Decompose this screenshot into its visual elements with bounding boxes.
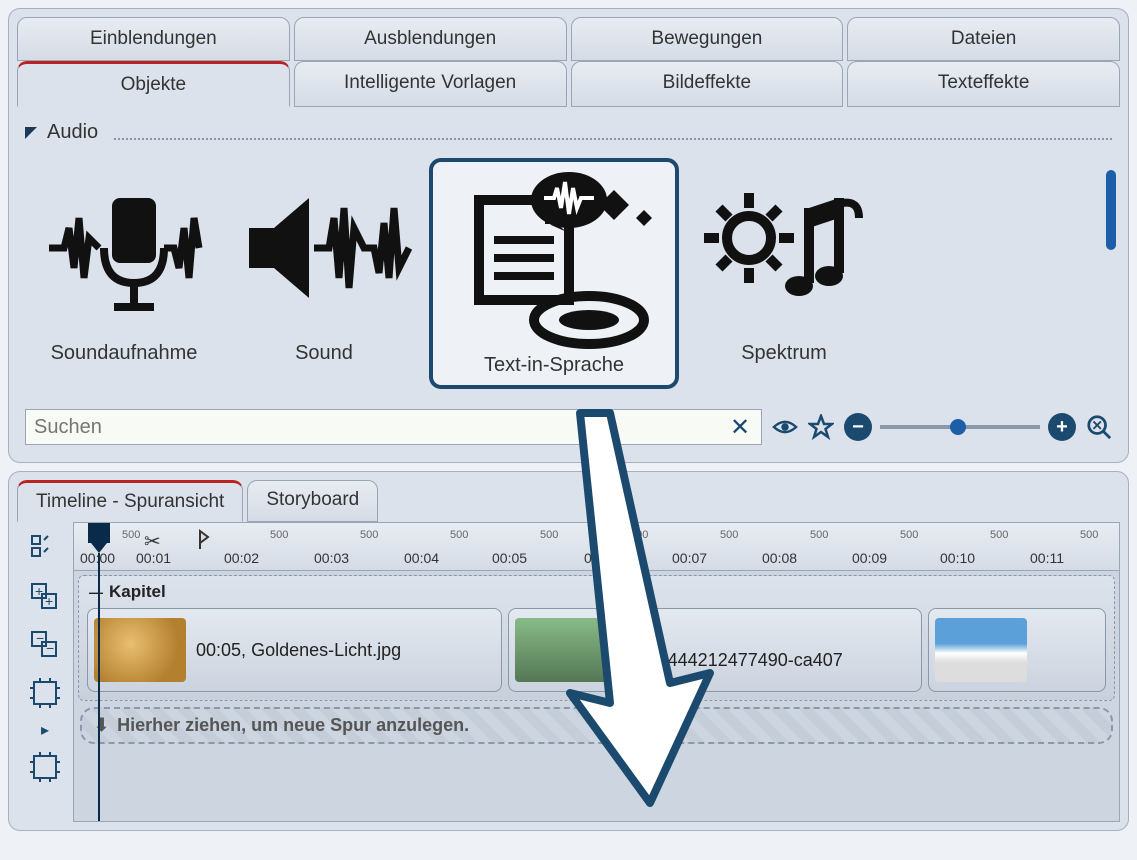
- tab-vorlagen[interactable]: Intelligente Vorlagen: [294, 61, 567, 107]
- clip-item[interactable]: [928, 608, 1106, 692]
- eye-icon[interactable]: [772, 414, 798, 440]
- object-label: Soundaufnahme: [29, 342, 219, 365]
- search-box[interactable]: ✕: [25, 409, 762, 445]
- chapter-header[interactable]: — Kapitel: [83, 580, 1110, 604]
- object-soundaufnahme[interactable]: Soundaufnahme: [29, 158, 219, 389]
- track-options-icon[interactable]: [26, 530, 64, 568]
- tick-label: 00:04: [404, 550, 439, 566]
- timeline-body: ++ −− ▸ ✂ 00:00 00:01 00:02 00:03 00:04 …: [17, 522, 1120, 822]
- tick-label: 00:09: [852, 550, 887, 566]
- tab-bewegungen[interactable]: Bewegungen: [571, 17, 844, 61]
- section-title: Audio: [47, 121, 98, 144]
- clips-row: 00:05, Goldenes-Licht.jpg 05hoto-1444212…: [83, 604, 1110, 696]
- tick-label: 00:11: [1030, 550, 1064, 566]
- clip-thumbnail: [515, 618, 607, 682]
- slider-thumb[interactable]: [950, 419, 966, 435]
- tab-bildeffekte[interactable]: Bildeffekte: [571, 61, 844, 107]
- tab-objekte[interactable]: Objekte: [17, 61, 290, 107]
- zoom-slider[interactable]: − +: [844, 413, 1076, 441]
- section-header[interactable]: Audio: [25, 121, 1112, 144]
- tick-label: 00:03: [314, 550, 349, 566]
- object-label: Text-in-Sprache: [441, 354, 667, 377]
- tab-dateien[interactable]: Dateien: [847, 17, 1120, 61]
- crop-out-icon[interactable]: [26, 748, 64, 786]
- tab-storyboard[interactable]: Storyboard: [247, 480, 378, 522]
- vertical-scrollbar[interactable]: [1106, 170, 1116, 250]
- bottom-tabs: Timeline - Spuransicht Storyboard: [17, 480, 1120, 522]
- playhead-line: [98, 553, 100, 822]
- star-icon[interactable]: [808, 414, 834, 440]
- zoom-plus-button[interactable]: +: [1048, 413, 1076, 441]
- clip-item[interactable]: 00:05, Goldenes-Licht.jpg: [87, 608, 502, 692]
- object-text-in-sprache[interactable]: Text-in-Sprache: [429, 158, 679, 389]
- tab-einblendungen[interactable]: Einblendungen: [17, 17, 290, 61]
- drop-zone-label: Hierher ziehen, um neue Spur anzulegen.: [117, 715, 469, 736]
- chapter-collapse-icon[interactable]: —: [89, 584, 103, 600]
- time-ruler[interactable]: ✂ 00:00 00:01 00:02 00:03 00:04 00:05 00…: [74, 523, 1119, 571]
- tab-timeline[interactable]: Timeline - Spuransicht: [17, 480, 243, 522]
- object-sound[interactable]: Sound: [229, 158, 419, 389]
- collapse-triangle-icon[interactable]: [25, 127, 37, 139]
- tick-label: 00:00: [80, 550, 115, 566]
- zoom-minus-button[interactable]: −: [844, 413, 872, 441]
- marker-flag-icon[interactable]: [198, 529, 218, 554]
- search-toolbar: ✕ − +: [25, 409, 1112, 445]
- svg-text:−: −: [46, 640, 54, 656]
- objects-row: Soundaufnahme Sound: [17, 150, 1120, 397]
- object-spektrum[interactable]: Spektrum: [689, 158, 879, 389]
- tick-label: 00:05: [492, 550, 527, 566]
- expand-icon[interactable]: ▸: [26, 722, 64, 738]
- clip-text: 05hoto-1444212477490-ca407: [617, 629, 843, 671]
- tick-label: 00:06: [584, 550, 619, 566]
- object-label: Spektrum: [689, 342, 879, 365]
- text-to-speech-icon: [441, 170, 667, 350]
- playhead-icon[interactable]: [88, 523, 110, 543]
- timeline-tools: ++ −− ▸: [17, 522, 73, 822]
- clip-thumbnail: [935, 618, 1027, 682]
- clip-thumbnail: [94, 618, 186, 682]
- top-tabs-row1: Einblendungen Ausblendungen Bewegungen D…: [17, 17, 1120, 61]
- spectrum-icon: [689, 158, 879, 338]
- clip-item[interactable]: 05hoto-1444212477490-ca407: [508, 608, 923, 692]
- effects-panel: Einblendungen Ausblendungen Bewegungen D…: [8, 8, 1129, 463]
- tab-ausblendungen[interactable]: Ausblendungen: [294, 17, 567, 61]
- tick-label: 00:01: [136, 550, 171, 566]
- timeline-panel: Timeline - Spuransicht Storyboard ++ −− …: [8, 471, 1129, 831]
- tick-label: 00:08: [762, 550, 797, 566]
- top-tabs-row2: Objekte Intelligente Vorlagen Bildeffekt…: [17, 61, 1120, 107]
- drop-zone[interactable]: ⬇ Hierher ziehen, um neue Spur anzulegen…: [80, 707, 1113, 744]
- remove-track-icon[interactable]: −−: [26, 626, 64, 664]
- speaker-waveform-icon: [229, 158, 419, 338]
- microphone-waveform-icon: [29, 158, 219, 338]
- chapter-label: Kapitel: [109, 582, 166, 602]
- crop-in-icon[interactable]: [26, 674, 64, 712]
- search-input[interactable]: [34, 416, 727, 439]
- tab-texteffekte[interactable]: Texteffekte: [847, 61, 1120, 107]
- svg-text:+: +: [45, 593, 53, 609]
- tick-label: 00:02: [224, 550, 259, 566]
- chapter-track[interactable]: — Kapitel 00:05, Goldenes-Licht.jpg 05ho…: [78, 575, 1115, 701]
- clip-text: 00:05, Goldenes-Licht.jpg: [196, 640, 401, 661]
- down-arrow-icon: ⬇: [94, 715, 109, 736]
- clear-icon[interactable]: ✕: [727, 414, 753, 440]
- timeline-main[interactable]: ✂ 00:00 00:01 00:02 00:03 00:04 00:05 00…: [73, 522, 1120, 822]
- section-dots: [114, 138, 1112, 140]
- slider-track[interactable]: [880, 425, 1040, 429]
- tick-label: 00:10: [940, 550, 975, 566]
- object-label: Sound: [229, 342, 419, 365]
- tick-label: 00:07: [672, 550, 707, 566]
- add-track-icon[interactable]: ++: [26, 578, 64, 616]
- zoom-fit-icon[interactable]: [1086, 414, 1112, 440]
